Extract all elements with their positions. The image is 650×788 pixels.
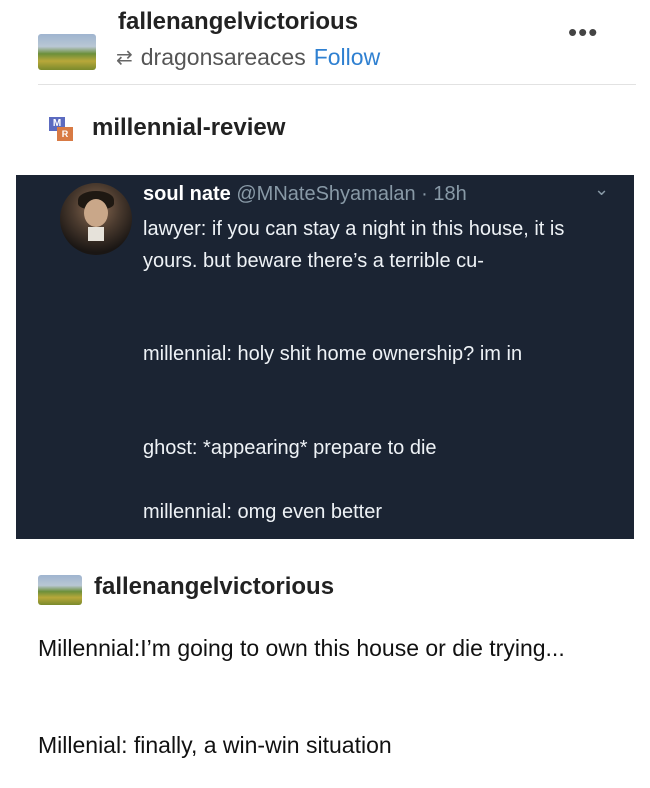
reply-author-name[interactable]: fallenangelvictorious xyxy=(94,573,334,601)
reblog-source[interactable]: dragonsareaces xyxy=(141,44,306,71)
reply-paragraph: Millennial:I’m going to own this house o… xyxy=(38,635,565,661)
tweet-card: soul nate @MNateShyamalan · 18h ⌄ lawyer… xyxy=(16,175,634,539)
reblog-line: ⇄ dragonsareaces Follow xyxy=(116,44,380,71)
tweet-line: millennial: holy shit home ownership? im… xyxy=(143,343,523,365)
post-author-avatar[interactable] xyxy=(38,34,96,70)
chevron-down-icon: ⌄ xyxy=(594,179,610,199)
follow-button[interactable]: Follow xyxy=(314,44,380,71)
more-icon[interactable]: ••• xyxy=(568,19,598,45)
tweet-line: lawyer: if you can stay a night in this … xyxy=(143,218,565,272)
tweet-line: millennial: omg even better xyxy=(143,501,383,523)
reply-author-avatar[interactable] xyxy=(38,575,82,605)
tweet-meta: @MNateShyamalan · 18h xyxy=(236,183,467,205)
tweet-header: soul nate @MNateShyamalan · 18h xyxy=(143,183,467,206)
tweet-line: ghost: *appearing* prepare to die xyxy=(143,437,437,459)
millennial-review-avatar[interactable]: M R xyxy=(49,117,75,141)
tweet-display-name: soul nate xyxy=(143,183,231,205)
post-author-name[interactable]: fallenangelvictorious xyxy=(118,8,358,36)
reply-paragraph: Millenial: finally, a win-win situation xyxy=(38,732,392,758)
reblog-blog-name[interactable]: millennial-review xyxy=(92,114,285,142)
tweet-avatar xyxy=(60,183,132,255)
reblog-icon: ⇄ xyxy=(116,47,133,69)
header-divider xyxy=(38,84,636,85)
